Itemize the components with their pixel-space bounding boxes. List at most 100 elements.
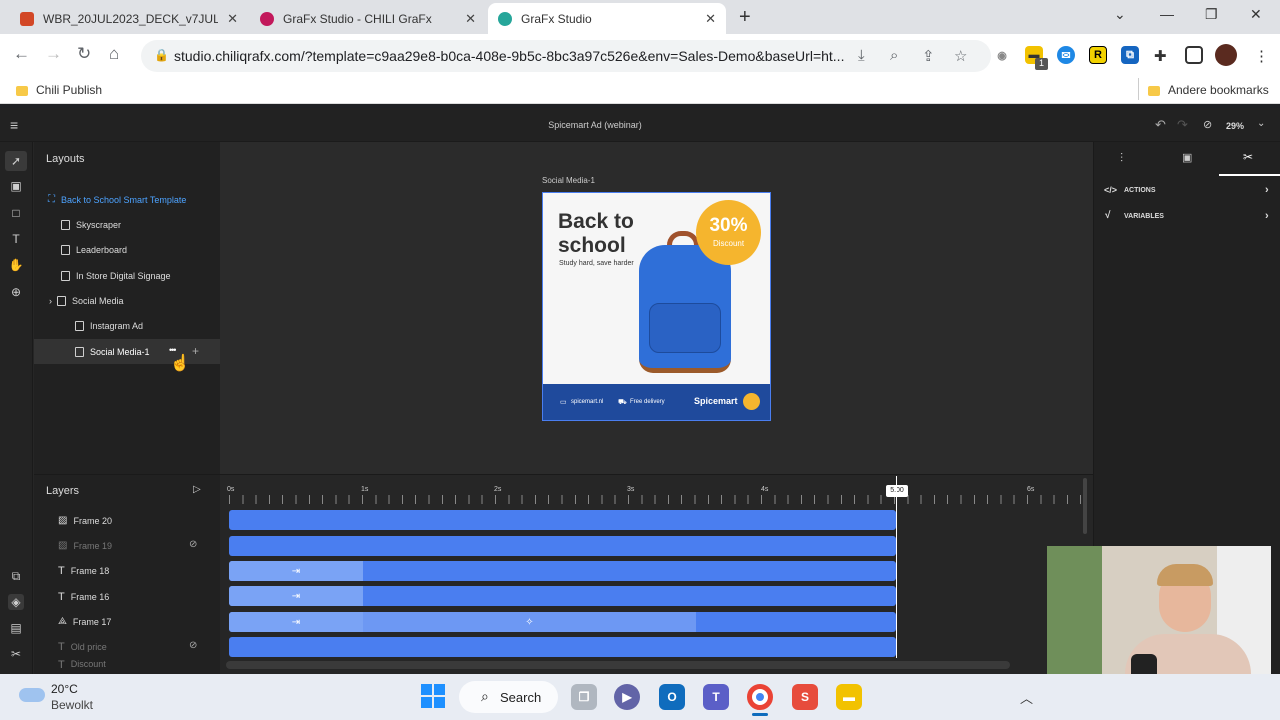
teams-chat-icon[interactable]: ▶ [614,684,640,710]
layer-row[interactable]: ▨ Frame 19 ⊘ [34,533,220,558]
r-extension-icon[interactable]: R [1089,46,1107,64]
layout-item[interactable]: Skyscraper [34,212,220,237]
timeline-hscrollbar[interactable] [226,661,1010,669]
home-icon[interactable]: ⌂ [109,44,119,64]
windows-start-icon[interactable] [421,684,445,708]
animation-segment[interactable]: ⇥ [229,586,363,606]
layout-item[interactable]: › Social Media [34,288,220,313]
shape-tool-icon[interactable]: □ [8,205,24,221]
layout-item[interactable]: Instagram Ad [34,313,220,338]
layer-row[interactable]: T Old price ⊘ [34,634,220,659]
bookmark-folder[interactable]: Chili Publish [16,83,102,97]
task-view-icon[interactable]: ❐ [571,684,597,710]
monitor-icon: ▭ [560,399,567,406]
layout-item[interactable]: Leaderboard [34,237,220,262]
layout-item[interactable]: In Store Digital Signage [34,263,220,288]
add-layout-icon[interactable]: + [192,344,199,358]
back-icon[interactable]: ← [13,44,30,64]
chevron-right-icon[interactable]: › [49,296,52,306]
timeline-bar[interactable]: ⇥ [229,586,896,606]
zoom-icon[interactable]: ⌕ [890,47,898,64]
snagit-icon[interactable]: S [792,684,818,710]
layer-row[interactable]: T Frame 18 [34,558,220,583]
frame-icon[interactable]: ▣ [1182,151,1192,164]
eye-off-icon[interactable]: ⊘ [189,640,197,651]
animation-segment[interactable]: ✧ [363,612,696,632]
menu-dots-icon[interactable]: ⋮ [1254,47,1269,65]
ad-footer: ▭ spicemart.nl ⛟ Free delivery Spicemart [543,384,770,420]
assets-panel-icon[interactable]: ▤ [8,620,24,636]
layout-label: Social Media-1 [90,346,150,357]
browser-tab[interactable]: GraFx Studio - CHILI GraFx ✕ [250,3,486,34]
other-bookmarks[interactable]: Andere bookmarks [1148,83,1269,97]
teams-icon[interactable]: T [703,684,729,710]
ad-artboard[interactable]: Back to school Study hard, save harder 3… [542,192,771,421]
image-tool-icon[interactable]: ▣ [8,178,24,194]
layout-item-active[interactable]: Social Media-1 ••• + [34,339,220,364]
text-tool-icon[interactable]: T [8,231,24,247]
backpack-image [639,245,731,373]
playhead-time[interactable]: 5.00 [886,485,908,497]
close-tab-icon[interactable]: ✕ [705,11,716,27]
file-explorer-icon[interactable]: ▬ [836,684,862,710]
puzzle-icon[interactable]: ✚ [1154,47,1167,65]
star-icon[interactable]: ☆ [954,47,967,65]
layer-row[interactable]: ⟁ Frame 17 [34,609,220,634]
hand-tool-icon[interactable]: ✋ [8,257,24,273]
tab-title: GraFx Studio [521,11,592,26]
outlook-icon[interactable]: O [659,684,685,710]
eye-off-icon[interactable]: ⊘ [189,539,197,550]
playhead-line[interactable] [896,476,897,658]
layer-row[interactable]: T Frame 16 [34,584,220,609]
chrome-icon[interactable] [747,684,773,710]
close-tab-icon[interactable]: ✕ [227,11,238,27]
layer-row[interactable]: T Discount [34,659,220,674]
weather-temp[interactable]: 20°C [51,682,78,696]
reload-icon[interactable]: ↻ [77,44,91,64]
chevron-down-icon[interactable]: ⌄ [1257,118,1265,129]
camera-icon[interactable]: ◉ [993,46,1011,64]
minimize-icon[interactable]: — [1160,6,1174,22]
zoom-fit-icon[interactable]: ⊘ [1203,118,1212,131]
variables-section[interactable]: √ VARIABLES › [1094,206,1280,228]
browser-tab-active[interactable]: GraFx Studio ✕ [488,3,726,34]
layer-row[interactable]: ▨ Frame 20 [34,508,220,533]
layout-item-root[interactable]: ⛶ Back to School Smart Template [34,187,220,212]
timeline-bar[interactable]: ⇥ ✧ [229,612,896,632]
animation-segment[interactable]: ⇥ [229,612,363,632]
timeline-bar[interactable] [229,536,896,556]
new-tab-icon[interactable]: + [739,6,751,29]
mail-extension-icon[interactable]: ✉ [1057,46,1075,64]
timeline-bar[interactable] [229,510,896,530]
timeline-scrollbar[interactable] [1083,478,1087,534]
taskbar-search[interactable]: ⌕ Search [459,681,558,713]
restore-icon[interactable]: ❐ [1205,6,1218,23]
zoom-tool-icon[interactable]: ⊕ [8,284,24,300]
avatar[interactable] [1215,44,1237,66]
layers-panel-icon[interactable]: ◈ [8,594,24,610]
redo-icon[interactable]: ↷ [1177,117,1188,133]
tools-panel-icon[interactable]: ✂ [8,646,24,662]
screen-extension-icon[interactable]: ⧉ [1121,46,1139,64]
chevron-up-icon[interactable]: ︿ [1020,688,1033,707]
download-icon[interactable]: ⤓ [858,47,865,64]
zoom-level[interactable]: 29% [1226,121,1244,131]
browser-tab[interactable]: WBR_20JUL2023_DECK_v7JUL.pp ✕ [10,3,248,34]
timeline-bar[interactable]: ⇥ [229,561,896,581]
actions-section[interactable]: </> ACTIONS › [1094,180,1280,202]
animation-segment[interactable]: ⇥ [229,561,363,581]
weather-desc[interactable]: Bewolkt [51,698,93,712]
sliders-icon[interactable]: ⫶ [1120,151,1123,166]
timeline-bar[interactable] [229,637,896,657]
sidepanel-icon[interactable] [1185,46,1203,64]
chevron-down-icon[interactable]: ⌄ [1114,6,1126,23]
close-tab-icon[interactable]: ✕ [465,11,476,27]
select-tool-icon[interactable]: ➚ [5,151,27,171]
forward-icon[interactable]: → [45,44,62,64]
layouts-panel-icon[interactable]: ⧉ [8,568,24,584]
share-icon[interactable]: ⇪ [922,47,935,65]
undo-icon[interactable]: ↶ [1155,117,1166,133]
close-window-icon[interactable]: ✕ [1250,6,1262,23]
wrench-icon[interactable]: ✂ [1243,150,1253,164]
play-icon[interactable]: ▷ [193,484,201,495]
